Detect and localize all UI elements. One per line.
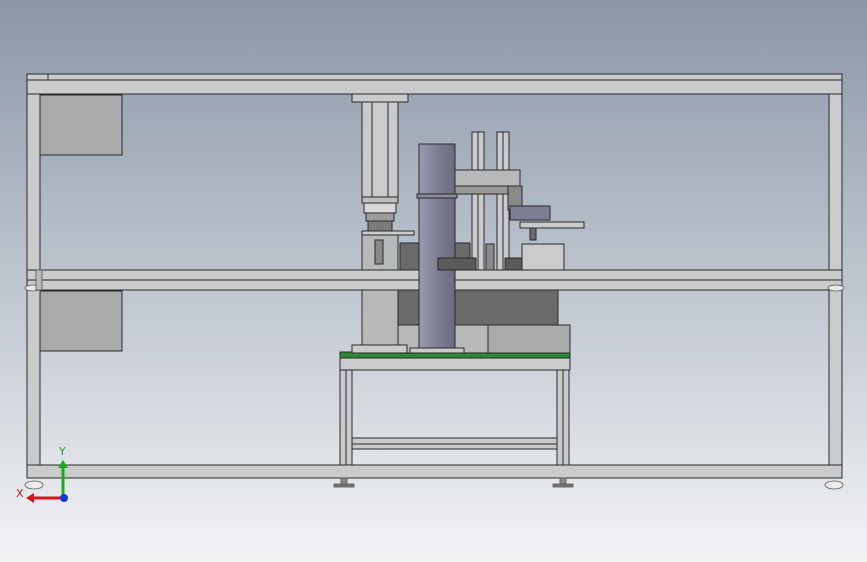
lower-slide-foot[interactable]	[351, 344, 408, 354]
module-rail-housing[interactable]	[361, 101, 399, 198]
y-axis-label: Y	[58, 445, 66, 458]
z-axis-dot-icon	[60, 494, 68, 502]
lower-slide-support[interactable]	[361, 289, 399, 349]
table-lower-rail[interactable]	[351, 437, 558, 445]
cad-canvas[interactable]: Y X	[0, 0, 867, 562]
gantry-arm[interactable]	[519, 221, 585, 229]
foot-left[interactable]	[24, 480, 44, 490]
foot-right[interactable]	[824, 480, 844, 490]
gantry-tool[interactable]	[529, 227, 537, 241]
table-top-frame[interactable]	[339, 357, 571, 371]
right-base-block[interactable]	[487, 324, 571, 354]
module-motor-ring[interactable]	[363, 202, 397, 214]
top-beam-lower[interactable]	[26, 79, 843, 95]
column-base-flange[interactable]	[409, 347, 465, 354]
lower-side-panel[interactable]	[39, 290, 123, 352]
bottom-beam[interactable]	[26, 464, 843, 479]
fixture-block-left[interactable]	[437, 257, 477, 271]
right-column-upper[interactable]	[828, 93, 843, 271]
module-mount-plate[interactable]	[361, 230, 415, 236]
right-column-lower[interactable]	[828, 289, 843, 466]
column-joint[interactable]	[416, 193, 458, 199]
fixture-housing[interactable]	[521, 243, 565, 271]
gantry-crossbeam[interactable]	[454, 169, 521, 187]
column-lower[interactable]	[418, 197, 456, 353]
machine-base[interactable]	[351, 289, 571, 354]
column-upper[interactable]	[418, 143, 456, 195]
column-side-block[interactable]	[399, 242, 420, 271]
upper-side-panel[interactable]	[39, 94, 123, 156]
gantry-carriage[interactable]	[509, 205, 551, 221]
module-coupling[interactable]	[367, 220, 393, 232]
left-column-lower[interactable]	[26, 289, 41, 466]
module-carriage-top[interactable]	[361, 196, 399, 204]
fixture-post[interactable]	[485, 243, 495, 271]
x-axis-label: X	[16, 487, 24, 500]
cad-viewport[interactable]: Y X	[0, 0, 867, 562]
module-top-bracket[interactable]	[351, 93, 409, 103]
left-column-upper[interactable]	[26, 93, 41, 271]
top-beam-upper[interactable]	[26, 73, 843, 81]
table-lower-rail-2[interactable]	[351, 443, 558, 450]
module-motor-body[interactable]	[365, 212, 395, 222]
module-nozzle[interactable]	[374, 239, 384, 265]
